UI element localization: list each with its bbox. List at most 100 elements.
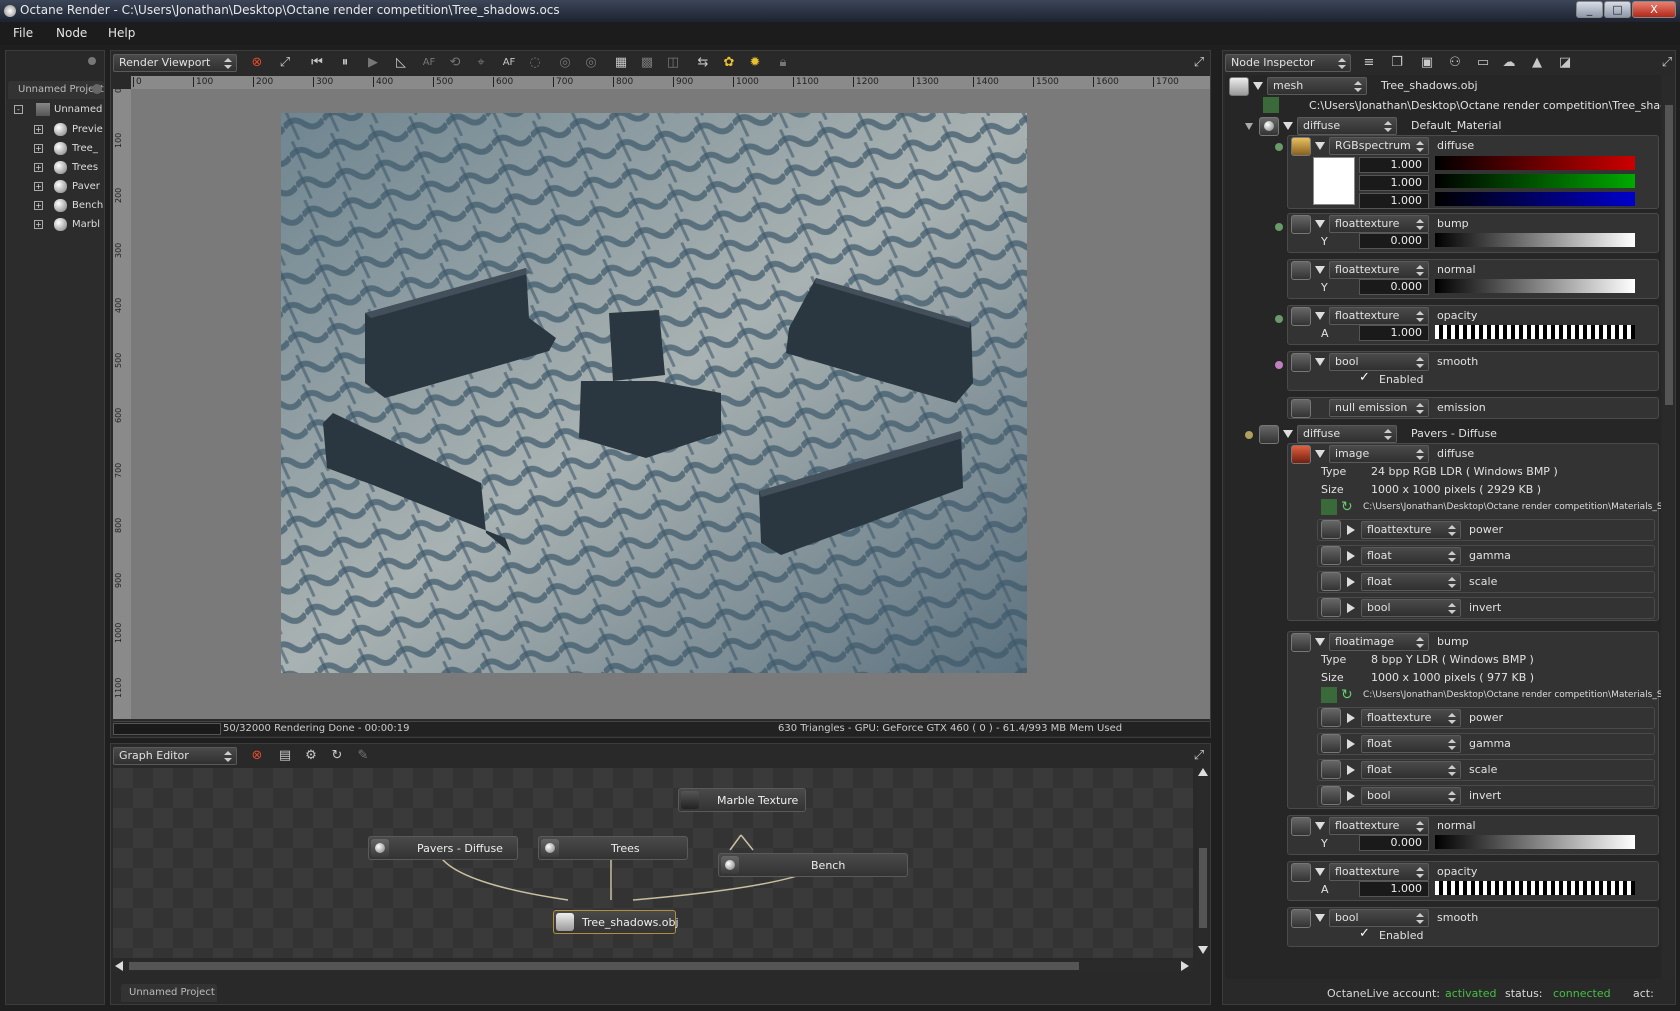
- opacity-value[interactable]: 1.000: [1359, 325, 1429, 341]
- tree-item-label[interactable]: Bench: [72, 200, 103, 211]
- red-value[interactable]: 1.000: [1359, 157, 1429, 173]
- node-pavers-diffuse[interactable]: Pavers - Diffuse: [368, 836, 518, 860]
- material2-type-select[interactable]: diffuse: [1297, 425, 1397, 443]
- mesh-type-select[interactable]: mesh: [1267, 77, 1367, 95]
- expand-icon[interactable]: +: [34, 220, 43, 229]
- normal2-value[interactable]: 0.000: [1359, 835, 1429, 851]
- af-off-icon[interactable]: AF: [421, 55, 437, 71]
- opacity2-type-select[interactable]: floattexture: [1329, 863, 1429, 881]
- reset-render-icon[interactable]: ⊗: [249, 55, 265, 71]
- collapse-normal-icon[interactable]: [1315, 266, 1325, 274]
- node-marble-texture[interactable]: Marble Texture: [678, 788, 806, 812]
- emission-type-select[interactable]: null emission: [1329, 399, 1429, 417]
- collapse-floatimage-icon[interactable]: [1315, 638, 1325, 646]
- normal-slider[interactable]: [1435, 279, 1635, 293]
- floatimage-file-icon[interactable]: [1321, 687, 1337, 703]
- inspector-mode-select[interactable]: Node Inspector: [1225, 54, 1351, 72]
- green-slider[interactable]: [1435, 174, 1635, 188]
- param-type-select[interactable]: float: [1361, 761, 1461, 779]
- expand-icon[interactable]: +: [34, 182, 43, 191]
- panel-pin-icon[interactable]: [88, 57, 96, 65]
- reload-icon[interactable]: ↻: [1341, 687, 1357, 703]
- menu-node[interactable]: Node: [56, 26, 87, 40]
- maximize-viewport-icon[interactable]: ⤢: [1191, 55, 1207, 71]
- tree-item-label[interactable]: Trees: [72, 162, 98, 173]
- insp-copy-icon[interactable]: ❐: [1389, 55, 1405, 71]
- graph-node-icon[interactable]: ⚙: [303, 748, 319, 764]
- maximize-inspector-icon[interactable]: ⤢: [1659, 55, 1675, 71]
- normal2-type-select[interactable]: floattexture: [1329, 817, 1429, 835]
- bump-slider[interactable]: [1435, 233, 1635, 247]
- close-button[interactable]: X: [1632, 1, 1676, 18]
- graph-vscrollbar[interactable]: [1197, 768, 1209, 958]
- grid-icon[interactable]: ▦: [613, 55, 629, 71]
- normal-value[interactable]: 0.000: [1359, 279, 1429, 295]
- expand-param-icon[interactable]: [1347, 551, 1355, 561]
- insp-link-icon[interactable]: ⚇: [1447, 55, 1463, 71]
- tree-item-label[interactable]: Marbl: [72, 219, 100, 230]
- inspector-scrollbar[interactable]: [1663, 75, 1675, 979]
- expand-icon[interactable]: +: [34, 125, 43, 134]
- graph-refresh-icon[interactable]: ↻: [329, 748, 345, 764]
- export-icon[interactable]: ⇆: [695, 55, 711, 71]
- collapse-mesh-icon[interactable]: [1253, 82, 1263, 90]
- expand-param-icon[interactable]: [1347, 603, 1355, 613]
- param-type-select[interactable]: floattexture: [1361, 521, 1461, 539]
- menu-file[interactable]: File: [13, 26, 33, 40]
- render-canvas[interactable]: [131, 89, 1210, 719]
- expand-param-icon[interactable]: [1347, 739, 1355, 749]
- tab-close-icon[interactable]: [92, 84, 102, 94]
- param-type-select[interactable]: floattexture: [1361, 709, 1461, 727]
- insp-expand-icon[interactable]: ≡: [1361, 55, 1377, 71]
- collapse-smooth2-icon[interactable]: [1315, 914, 1325, 922]
- expand-icon[interactable]: +: [34, 201, 43, 210]
- collapse-opacity-icon[interactable]: [1315, 312, 1325, 320]
- param-type-select[interactable]: bool: [1361, 787, 1461, 805]
- bump-value[interactable]: 0.000: [1359, 233, 1429, 249]
- restart-icon[interactable]: ⏮: [309, 55, 325, 71]
- minimize-button[interactable]: _: [1576, 1, 1603, 18]
- normal-type-select[interactable]: floattexture: [1329, 261, 1429, 279]
- collapse-material2-icon[interactable]: [1283, 430, 1293, 438]
- outliner-tab[interactable]: Unnamed Project: [8, 81, 104, 99]
- collapse-bump-icon[interactable]: [1315, 220, 1325, 228]
- image-file-icon[interactable]: [1321, 499, 1337, 515]
- collapse-icon[interactable]: -: [14, 105, 23, 114]
- pick-icon[interactable]: ⌖: [473, 55, 489, 71]
- region-icon[interactable]: ◺: [393, 55, 409, 71]
- image-type-select[interactable]: image: [1329, 445, 1429, 463]
- lock-icon[interactable]: ◎: [557, 55, 573, 71]
- pause-icon[interactable]: ⏸: [337, 55, 353, 71]
- expand-icon[interactable]: +: [34, 163, 43, 172]
- green-value[interactable]: 1.000: [1359, 175, 1429, 191]
- autofocus-button[interactable]: AF: [501, 55, 517, 71]
- smooth-checkbox[interactable]: ✓: [1359, 371, 1373, 385]
- maximize-graph-icon[interactable]: ⤢: [1191, 748, 1207, 764]
- blue-value[interactable]: 1.000: [1359, 193, 1429, 209]
- graph-reset-icon[interactable]: ⊗: [249, 748, 265, 764]
- smooth2-checkbox[interactable]: ✓: [1359, 927, 1373, 941]
- scroll-left-icon[interactable]: [115, 961, 123, 971]
- maximize-button[interactable]: □: [1604, 1, 1631, 18]
- floatimage-type-select[interactable]: floatimage: [1329, 633, 1429, 651]
- graph-save-icon[interactable]: ▤: [277, 748, 293, 764]
- expand-param-icon[interactable]: [1347, 713, 1355, 723]
- mesh-file-icon[interactable]: [1263, 97, 1279, 113]
- insp-list-icon[interactable]: ▭: [1475, 55, 1491, 71]
- rgb-type-select[interactable]: RGBspectrum: [1329, 137, 1429, 155]
- normal2-slider[interactable]: [1435, 835, 1635, 849]
- inspector-scroll-thumb[interactable]: [1665, 105, 1673, 405]
- red-slider[interactable]: [1435, 156, 1635, 170]
- param-type-select[interactable]: bool: [1361, 599, 1461, 617]
- rotate-icon[interactable]: ⟲: [447, 55, 463, 71]
- scroll-down-icon[interactable]: [1198, 946, 1208, 954]
- grid2-icon[interactable]: ▩: [639, 55, 655, 71]
- insp-save-icon[interactable]: ▣: [1419, 55, 1435, 71]
- graph-mode-select[interactable]: Graph Editor: [113, 747, 237, 765]
- graph-hscrollbar[interactable]: [113, 960, 1193, 972]
- graph-canvas[interactable]: Marble Texture Pavers - Diffuse Trees Be…: [113, 768, 1193, 958]
- viewport-mode-select[interactable]: Render Viewport: [113, 54, 237, 72]
- expand-param-icon[interactable]: [1347, 791, 1355, 801]
- collapse-rgb-icon[interactable]: [1315, 142, 1325, 150]
- reload-icon[interactable]: ↻: [1341, 499, 1357, 515]
